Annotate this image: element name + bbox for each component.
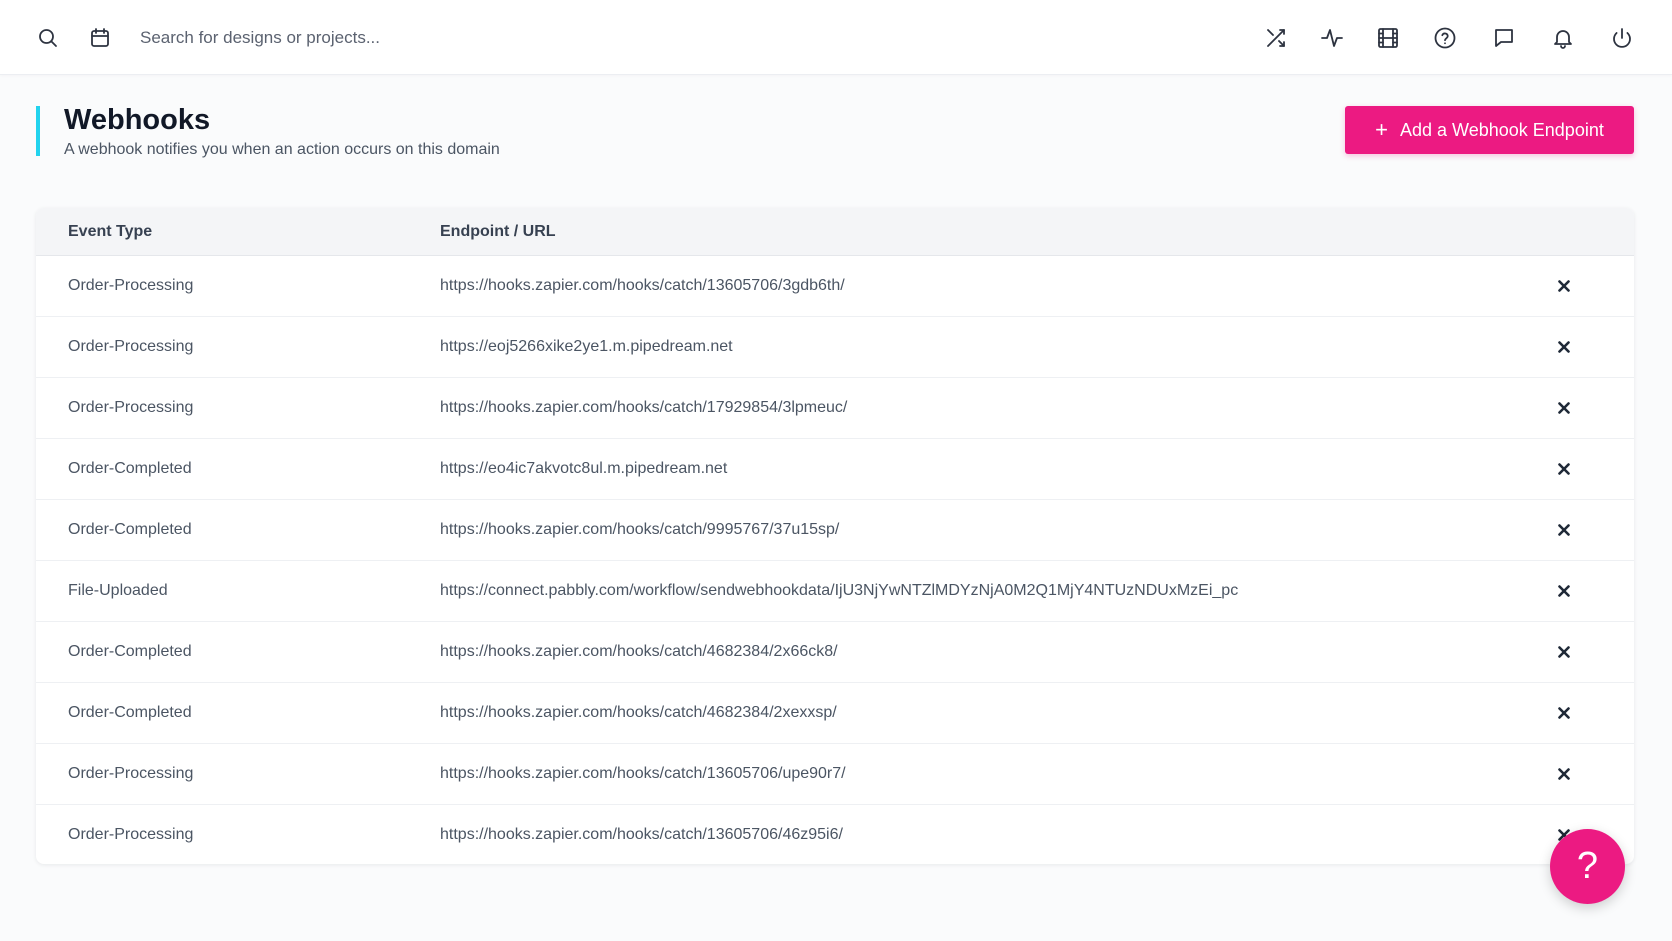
close-icon <box>1558 402 1570 414</box>
table-header: Event Type Endpoint / URL <box>36 208 1634 256</box>
page-title: Webhooks <box>64 104 211 136</box>
table-row: Order-Processing https://hooks.zapier.com… <box>36 256 1634 317</box>
event-type-cell: Order-Processing <box>68 338 194 355</box>
add-webhook-endpoint-button[interactable]: + Add a Webhook Endpoint <box>1345 106 1634 154</box>
page-header: Webhooks A webhook notifies you when an … <box>36 104 500 158</box>
delete-webhook-button[interactable] <box>1554 581 1574 601</box>
delete-webhook-button[interactable] <box>1554 398 1574 418</box>
table-row: Order-Completed https://hooks.zapier.com/… <box>36 500 1634 561</box>
table-row: Order-Processing https://hooks.zapier.com… <box>36 378 1634 439</box>
message-icon[interactable] <box>1490 24 1518 52</box>
delete-webhook-button[interactable] <box>1554 703 1574 723</box>
endpoint-url-cell: https://hooks.zapier.com/hooks/catch/136… <box>440 826 843 843</box>
close-icon <box>1558 585 1570 597</box>
power-icon[interactable] <box>1608 24 1636 52</box>
column-header-endpoint-url: Endpoint / URL <box>440 223 556 240</box>
shuffle-icon[interactable] <box>1262 24 1290 52</box>
bell-icon[interactable] <box>1549 24 1577 52</box>
table-row: Order-Completed https://eo4ic7akvotc8ul.m… <box>36 439 1634 500</box>
close-icon <box>1558 463 1570 475</box>
event-type-cell: Order-Processing <box>68 399 194 416</box>
event-type-cell: Order-Processing <box>68 826 194 843</box>
endpoint-url-cell: https://eo4ic7akvotc8ul.m.pipedream.net <box>440 460 728 477</box>
activity-icon[interactable] <box>1318 24 1346 52</box>
add-webhook-endpoint-label: Add a Webhook Endpoint <box>1400 119 1604 140</box>
table-row: File-Uploaded https://connect.pabbly.com/… <box>36 561 1634 622</box>
endpoint-url-cell: https://hooks.zapier.com/hooks/catch/179… <box>440 399 848 416</box>
help-button[interactable]: ? <box>1550 829 1625 904</box>
close-icon <box>1558 768 1570 780</box>
close-icon <box>1558 707 1570 719</box>
event-type-cell: Order-Completed <box>68 460 192 477</box>
event-type-cell: Order-Processing <box>68 277 194 294</box>
delete-webhook-button[interactable] <box>1554 642 1574 662</box>
endpoint-url-cell: https://eoj5266xike2ye1.m.pipedream.net <box>440 338 733 355</box>
table-row: Order-Processing https://hooks.zapier.com… <box>36 805 1634 864</box>
top-bar <box>0 0 1672 75</box>
endpoint-url-cell: https://hooks.zapier.com/hooks/catch/468… <box>440 704 837 721</box>
delete-webhook-button[interactable] <box>1554 764 1574 784</box>
endpoint-url-cell: https://hooks.zapier.com/hooks/catch/136… <box>440 277 845 294</box>
event-type-cell: Order-Completed <box>68 643 192 660</box>
delete-webhook-button[interactable] <box>1554 459 1574 479</box>
close-icon <box>1558 280 1570 292</box>
delete-webhook-button[interactable] <box>1554 337 1574 357</box>
delete-webhook-button[interactable] <box>1554 276 1574 296</box>
endpoint-url-cell: https://hooks.zapier.com/hooks/catch/136… <box>440 765 846 782</box>
table-row: Order-Processing https://eoj5266xike2ye1.… <box>36 317 1634 378</box>
film-icon[interactable] <box>1374 24 1402 52</box>
table-row: Order-Processing https://hooks.zapier.com… <box>36 744 1634 805</box>
plus-icon: + <box>1375 117 1389 142</box>
webhooks-table: Event Type Endpoint / URL Order-Processi… <box>36 208 1634 864</box>
event-type-cell: File-Uploaded <box>68 582 168 599</box>
calendar-icon[interactable] <box>86 24 114 52</box>
endpoint-url-cell: https://hooks.zapier.com/hooks/catch/468… <box>440 643 838 660</box>
close-icon <box>1558 524 1570 536</box>
search-input[interactable] <box>140 22 660 54</box>
column-header-event-type: Event Type <box>68 223 153 240</box>
page-subtitle: A webhook notifies you when an action oc… <box>64 141 500 158</box>
endpoint-url-cell: https://hooks.zapier.com/hooks/catch/999… <box>440 521 840 538</box>
event-type-cell: Order-Completed <box>68 521 192 538</box>
delete-webhook-button[interactable] <box>1554 520 1574 540</box>
table-body: Order-Processing https://hooks.zapier.com… <box>36 256 1634 864</box>
endpoint-url-cell: https://connect.pabbly.com/workflow/send… <box>440 582 1239 599</box>
help-label: ? <box>1576 845 1599 887</box>
event-type-cell: Order-Processing <box>68 765 194 782</box>
help-circle-icon[interactable] <box>1431 24 1459 52</box>
close-icon <box>1558 341 1570 353</box>
search-icon[interactable] <box>34 24 62 52</box>
table-row: Order-Completed https://hooks.zapier.com/… <box>36 683 1634 744</box>
table-row: Order-Completed https://hooks.zapier.com/… <box>36 622 1634 683</box>
event-type-cell: Order-Completed <box>68 704 192 721</box>
close-icon <box>1558 646 1570 658</box>
